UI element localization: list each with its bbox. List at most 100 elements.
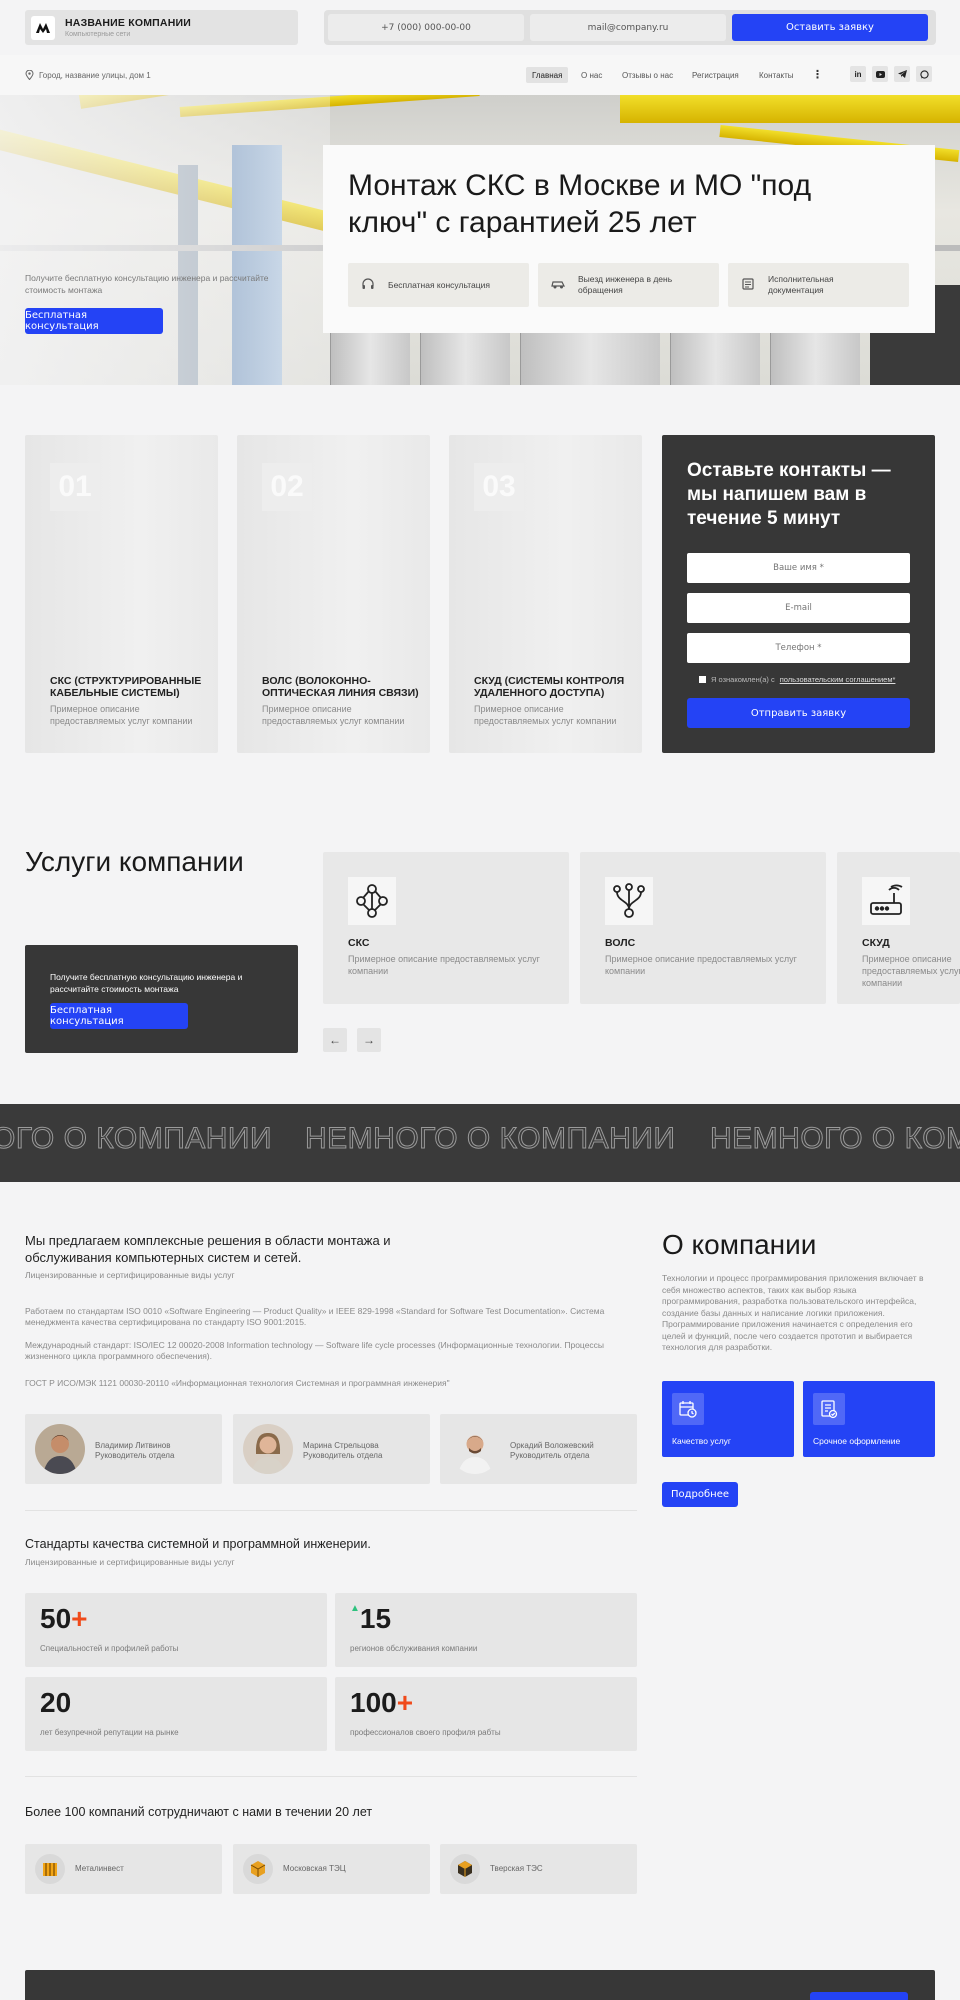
contact-group: +7 (000) 000-00-00 mail@company.ru Остав… <box>324 10 936 45</box>
fiber-split-icon <box>605 877 653 925</box>
service-desc: Примерное описание предоставляемых услуг… <box>348 954 540 976</box>
stat-label: Специальностей и профилей работы <box>40 1644 179 1653</box>
service-card-skud[interactable]: 03 СКУД (СИСТЕМЫ КОНТРОЛЯ УДАЛЕННОГО ДОС… <box>449 435 642 753</box>
hero-text: Получите бесплатную консультацию инженер… <box>25 273 269 295</box>
name-field[interactable] <box>687 553 910 583</box>
arrow-right-icon[interactable]: → <box>357 1028 381 1052</box>
divider <box>25 1510 637 1511</box>
partner-card[interactable]: Московская ТЭЦ <box>233 1844 430 1894</box>
card-title: СКС (СТРУКТУРИРОВАННЫЕ КАБЕЛЬНЫЕ СИСТЕМЫ… <box>50 675 202 699</box>
box-logo-icon <box>35 1854 65 1884</box>
stat-suffix: + <box>71 1603 88 1634</box>
telegram-icon[interactable] <box>894 66 910 82</box>
nav-home[interactable]: Главная <box>526 67 569 83</box>
about-paragraph-1: Работаем по стандартам ISO 0010 «Softwar… <box>25 1306 605 1327</box>
calendar-clock-icon <box>672 1393 704 1425</box>
linkedin-icon[interactable]: in <box>850 66 866 82</box>
document-icon <box>728 277 768 294</box>
agreement-link[interactable]: пользовательским соглашением* <box>780 675 896 684</box>
feature-label: Исполнительная документация <box>768 274 834 295</box>
team-member-card[interactable]: Владимир Литвинов Руководитель отдела <box>25 1414 222 1484</box>
about-paragraph-2: Международный стандарт: ISO/IEC 12 00020… <box>25 1340 605 1361</box>
card-desc: Примерное описание предоставляемых услуг… <box>474 704 617 726</box>
feature-engineer-visit: Выезд инженера в день обращения <box>538 263 719 307</box>
request-button[interactable]: Оставить заявку <box>732 14 928 41</box>
card-label: Качество услуг <box>672 1436 732 1446</box>
team-member-card[interactable]: Марина Стрельцова Руководитель отдела <box>233 1414 430 1484</box>
card-number: 02 <box>262 463 312 511</box>
contact-form: Оставьте контакты — мы напишем вам в теч… <box>662 435 935 753</box>
about-description: Технологии и процесс программирования пр… <box>662 1273 924 1352</box>
marquee-text: ОГО О КОМПАНИИ <box>0 1122 273 1156</box>
service-item-vols[interactable]: ВОЛС Примерное описание предоставляемых … <box>580 852 826 1004</box>
company-name: НАЗВАНИЕ КОМПАНИИ <box>65 17 191 29</box>
member-role: Руководитель отдела <box>510 1451 590 1460</box>
nav-registration[interactable]: Регистрация <box>686 67 745 83</box>
stat-label: профессионалов своего профиля рабты <box>350 1728 501 1737</box>
nav-about[interactable]: О нас <box>575 67 608 83</box>
service-card-sks[interactable]: 01 СКС (СТРУКТУРИРОВАННЫЕ КАБЕЛЬНЫЕ СИСТ… <box>25 435 218 753</box>
stat-value: ▲15 <box>350 1603 391 1635</box>
form-title: Оставьте контакты — мы напишем вам в теч… <box>687 460 891 529</box>
standards-subtitle: Лицензированные и сертифицированные виды… <box>25 1557 235 1567</box>
network-tree-icon <box>348 877 396 925</box>
team-member-card[interactable]: Оркадий Воложевский Руководитель отдела <box>440 1414 637 1484</box>
feature-label: Выезд инженера в день обращения <box>578 274 673 295</box>
nav-reviews[interactable]: Отзывы о нас <box>616 67 679 83</box>
card-desc: Примерное описание предоставляемых услуг… <box>50 704 193 726</box>
hero-fade <box>0 95 330 385</box>
submit-button[interactable]: Отправить заявку <box>687 698 910 728</box>
card-title: СКУД (СИСТЕМЫ КОНТРОЛЯ УДАЛЕННОГО ДОСТУП… <box>474 675 625 699</box>
stat-value: 50+ <box>40 1603 88 1635</box>
licensed-subtitle: Лицензированные и сертифицированные виды… <box>25 1270 235 1280</box>
cube-logo-icon <box>243 1854 273 1884</box>
feature-consultation: Бесплатная консультация <box>348 263 529 307</box>
service-desc: Примерное описание предоставляемых услуг… <box>605 954 797 976</box>
stat-value: 20 <box>40 1687 71 1719</box>
stat-card: 20 лет безупречной репутации на рынке <box>25 1677 327 1751</box>
stat-label: лет безупречной репутации на рынке <box>40 1728 179 1737</box>
agreement-checkbox[interactable] <box>699 676 706 683</box>
service-item-sks[interactable]: СКС Примерное описание предоставляемых у… <box>323 852 569 1004</box>
router-icon <box>862 877 910 925</box>
card-number: 01 <box>50 463 100 511</box>
service-card-vols[interactable]: 02 ВОЛС (ВОЛОКОННО-ОПТИЧЕСКАЯ ЛИНИЯ СВЯЗ… <box>237 435 430 753</box>
stat-suffix: + <box>396 1687 414 1718</box>
offer-title: Мы предлагаем комплексные решения в обла… <box>25 1233 391 1265</box>
partner-name: Тверская ТЭС <box>490 1864 543 1873</box>
stat-number: 100 <box>350 1687 397 1718</box>
email-field[interactable] <box>687 593 910 623</box>
stat-label: регионов обслуживания компании <box>350 1644 478 1653</box>
arrow-left-icon[interactable]: ← <box>323 1028 347 1052</box>
phone-field[interactable] <box>687 633 910 663</box>
youtube-icon[interactable] <box>872 66 888 82</box>
nav-bar: Город, название улицы, дом 1 Главная О н… <box>0 55 960 95</box>
email-link[interactable]: mail@company.ru <box>530 14 726 41</box>
service-name: СКУД <box>862 937 890 949</box>
urgent-card[interactable]: Срочное оформление <box>803 1381 935 1457</box>
service-name: СКС <box>348 937 370 949</box>
more-button[interactable]: Подробнее <box>662 1482 738 1507</box>
service-item-skud[interactable]: СКУД Примерное описание предоставляемых … <box>837 852 960 1004</box>
more-vertical-icon[interactable]: ⋮ <box>812 68 823 81</box>
address: Город, название улицы, дом 1 <box>25 70 151 80</box>
stat-number: 50 <box>40 1603 72 1634</box>
agreement-text: Я ознакомлен(а) с <box>711 675 775 684</box>
hero-section: Получите бесплатную консультацию инженер… <box>0 95 960 385</box>
quality-card[interactable]: Качество услуг <box>662 1381 794 1457</box>
partner-card[interactable]: Тверская ТЭС <box>440 1844 637 1894</box>
hero-card: Монтаж СКС в Москве и МО "под ключ" с га… <box>323 145 935 333</box>
promo-consultation-button[interactable]: Бесплатная консультация <box>50 1003 188 1029</box>
feature-documentation: Исполнительная документация <box>728 263 909 307</box>
card-number: 03 <box>474 463 524 511</box>
promo-text: Получите бесплатную консультацию инженер… <box>50 972 243 994</box>
logo-block[interactable]: НАЗВАНИЕ КОМПАНИИ Компьютерные сети <box>25 10 298 45</box>
agreement-row: Я ознакомлен(а) с пользовательским согла… <box>699 675 895 684</box>
nav-contacts[interactable]: Контакты <box>753 67 800 83</box>
footer-cta-button[interactable] <box>810 1992 908 2000</box>
whatsapp-icon[interactable] <box>916 66 932 82</box>
phone-link[interactable]: +7 (000) 000-00-00 <box>328 14 524 41</box>
partner-card[interactable]: Металинвест <box>25 1844 222 1894</box>
free-consultation-button[interactable]: Бесплатная консультация <box>25 308 163 334</box>
service-desc: Примерное описание предоставляемых услуг… <box>862 954 960 988</box>
